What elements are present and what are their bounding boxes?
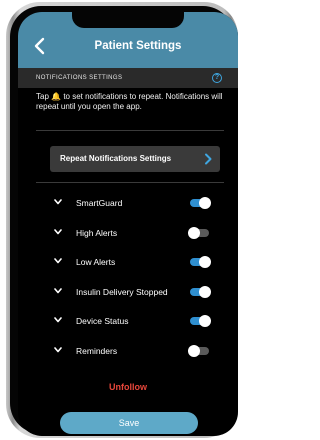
back-chevron-icon[interactable]	[32, 36, 48, 56]
setting-label: High Alerts	[76, 227, 118, 238]
toggle-knob	[199, 256, 211, 269]
phone-notch	[72, 12, 184, 28]
setting-toggle[interactable]	[188, 226, 209, 239]
setting-row: High Alerts	[18, 218, 238, 248]
chevron-down-icon[interactable]	[54, 199, 62, 205]
setting-row: Device Status	[18, 306, 238, 336]
chevron-right-icon	[205, 153, 212, 165]
setting-row: Reminders	[18, 336, 238, 366]
divider	[36, 130, 224, 131]
toggle-knob	[199, 315, 211, 328]
page-title: Patient Settings	[94, 40, 182, 52]
setting-toggle[interactable]	[190, 256, 211, 269]
setting-label: Device Status	[76, 316, 129, 327]
phone-frame: Patient Settings NOTIFICATIONS SETTINGS …	[6, 2, 238, 438]
chevron-down-icon[interactable]	[54, 347, 62, 353]
setting-row: Low Alerts	[18, 247, 238, 277]
info-prefix: Tap	[36, 92, 52, 101]
help-icon[interactable]: ?	[212, 73, 222, 83]
setting-label: Low Alerts	[76, 257, 116, 268]
toggle-knob	[188, 226, 200, 239]
repeat-notifications-button[interactable]: Repeat Notifications Settings	[50, 146, 220, 172]
unfollow-button[interactable]: Unfollow	[18, 382, 238, 392]
chevron-down-icon[interactable]	[54, 258, 62, 264]
toggle-knob	[199, 197, 211, 209]
notifications-section-header: NOTIFICATIONS SETTINGS ?	[18, 68, 238, 88]
app-screen: Patient Settings NOTIFICATIONS SETTINGS …	[18, 12, 238, 436]
setting-label: SmartGuard	[76, 198, 123, 208]
save-label: Save	[118, 418, 140, 428]
setting-label: Reminders	[76, 346, 118, 356]
repeat-notifications-label: Repeat Notifications Settings	[60, 154, 172, 163]
setting-row: SmartGuard	[18, 188, 238, 218]
info-text: to set notifications to repeat. Notifica…	[36, 92, 223, 111]
chevron-down-icon[interactable]	[54, 287, 62, 294]
setting-toggle[interactable]	[190, 285, 211, 298]
chevron-down-icon[interactable]	[54, 317, 62, 323]
divider	[36, 182, 224, 183]
section-title: NOTIFICATIONS SETTINGS	[36, 75, 123, 81]
notification-info-text: Tap 🔔 to set notifications to repeat. No…	[36, 92, 226, 112]
toggle-knob	[188, 345, 200, 357]
chevron-down-icon[interactable]	[54, 228, 62, 235]
setting-toggle[interactable]	[190, 315, 211, 328]
setting-label: Insulin Delivery Stopped	[76, 286, 168, 297]
toggle-knob	[199, 285, 211, 298]
save-button[interactable]: Save	[60, 412, 198, 434]
bell-icon: 🔔	[51, 92, 62, 101]
setting-row: Insulin Delivery Stopped	[18, 277, 238, 307]
setting-toggle[interactable]	[188, 345, 209, 357]
setting-toggle[interactable]	[190, 197, 211, 209]
